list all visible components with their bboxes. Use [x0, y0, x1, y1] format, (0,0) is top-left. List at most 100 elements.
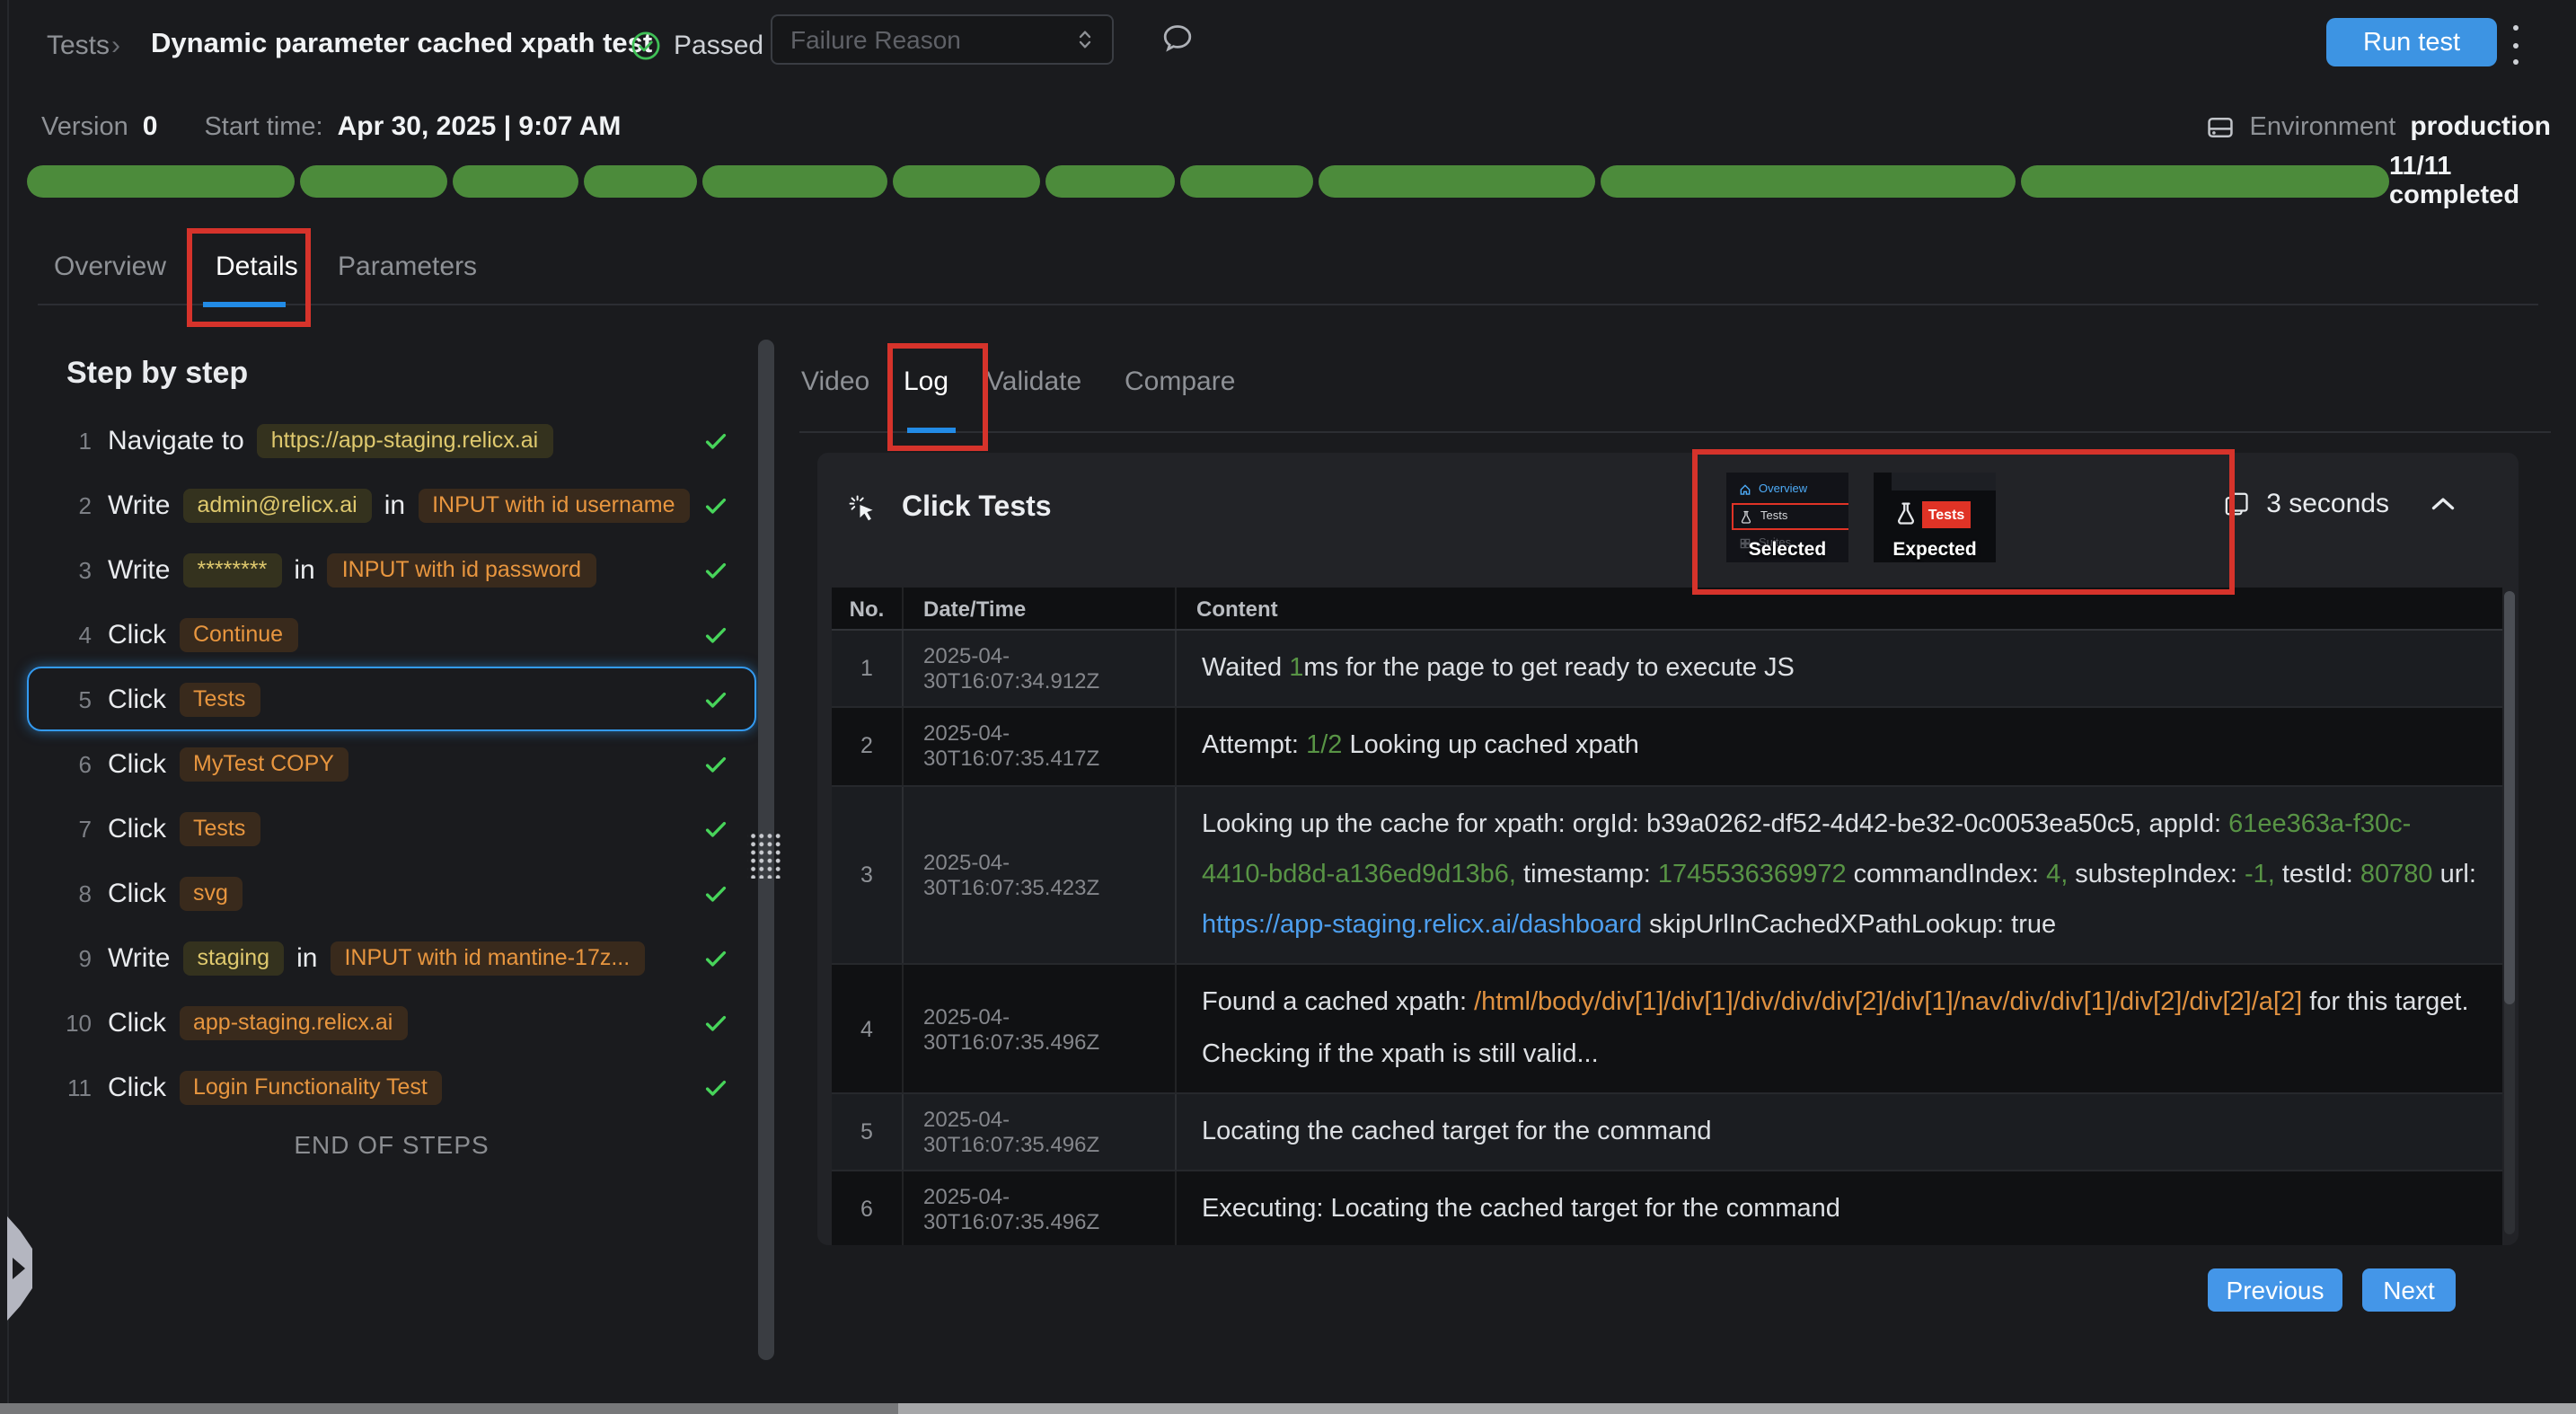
step-selector-badge: Tests: [179, 811, 260, 845]
log-content-green: 1745536369972: [1658, 861, 1847, 889]
log-table-header: No. Date/Time Content: [832, 588, 2502, 631]
home-icon: [1739, 482, 1751, 495]
log-content-green: 1: [1289, 654, 1303, 683]
annotation-box-details-tab: [187, 228, 311, 327]
step-number: 1: [56, 427, 92, 454]
breadcrumb-separator: ›: [111, 30, 120, 60]
log-content-text: timestamp:: [1516, 861, 1658, 889]
log-row: 32025-04-30T16:07:35.423Z Looking up the …: [832, 786, 2502, 966]
selected-screenshot-thumbnail[interactable]: Overview Tests Suites Selected: [1726, 473, 1848, 562]
log-row: 12025-04-30T16:07:34.912ZWaited 1ms for …: [832, 631, 2502, 709]
step-check-icon: [702, 815, 729, 842]
end-of-steps-label: END OF STEPS: [27, 1130, 756, 1159]
collapse-chevron-icon[interactable]: [2430, 496, 2456, 512]
status-text: Passed: [674, 30, 763, 60]
step-selector-badge: INPUT with id username: [418, 488, 690, 522]
step-number: 3: [56, 556, 92, 583]
step-row[interactable]: 2Writeadmin@relicx.aiinINPUT with id use…: [27, 473, 756, 537]
log-row-number: 3: [832, 786, 902, 964]
app-window: Tests › Dynamic parameter cached xpath t…: [0, 0, 2576, 1414]
log-content-green: 1/2: [1306, 732, 1342, 761]
kebab-menu-icon[interactable]: [2508, 25, 2522, 65]
previous-button[interactable]: Previous: [2208, 1268, 2342, 1312]
expected-screenshot-thumbnail[interactable]: Tests Expected: [1874, 473, 1996, 562]
log-scrollbar[interactable]: [2504, 591, 2515, 1234]
step-action: Click: [108, 619, 166, 650]
step-row[interactable]: 8Clicksvg: [27, 861, 756, 925]
left-edge-divider: [7, 0, 9, 1414]
log-content-green: 4,: [2046, 861, 2068, 889]
tab-parameters[interactable]: Parameters: [338, 252, 477, 282]
log-content-text: substepIndex:: [2068, 861, 2245, 889]
step-action: Write: [108, 490, 170, 520]
log-row-content: Waited 1ms for the page to get ready to …: [1175, 631, 2502, 707]
cursor-click-icon: [848, 493, 878, 524]
tab-video[interactable]: Video: [801, 367, 869, 397]
horizontal-scrollbar-thumb[interactable]: [0, 1403, 898, 1414]
run-test-button[interactable]: Run test: [2326, 18, 2497, 66]
log-card-header: Click Tests 3 seconds: [817, 453, 2519, 588]
flask-icon: [1739, 509, 1753, 524]
step-row[interactable]: 4ClickContinue: [27, 602, 756, 667]
log-content-text: Looking up cached xpath: [1342, 732, 1639, 761]
breadcrumb-tests[interactable]: Tests: [47, 30, 110, 60]
step-selector-badge: Tests: [179, 682, 260, 716]
step-row[interactable]: 6ClickMyTest COPY: [27, 731, 756, 796]
step-row[interactable]: 7ClickTests: [27, 796, 756, 861]
log-content-text: testId:: [2275, 861, 2360, 889]
step-action: Click: [108, 684, 166, 714]
sidebar-expand-handle[interactable]: [7, 1216, 32, 1321]
tab-compare[interactable]: Compare: [1125, 367, 1235, 397]
step-action: Click: [108, 878, 166, 908]
log-content-text: Looking up the cache for xpath: orgId: b…: [1202, 809, 2228, 838]
col-header-datetime: Date/Time: [902, 588, 1175, 629]
step-connector: in: [294, 554, 314, 585]
step-value-badge: ********: [182, 552, 281, 587]
step-check-icon: [702, 879, 729, 906]
top-bar: Tests › Dynamic parameter cached xpath t…: [0, 0, 2576, 90]
step-selector-badge: MyTest COPY: [179, 747, 348, 781]
failure-reason-select[interactable]: Failure Reason: [771, 14, 1114, 65]
panel-resize-handle[interactable]: [747, 830, 781, 879]
log-content-text: Waited: [1202, 654, 1289, 683]
log-content-link[interactable]: https://app-staging.relicx.ai/dashboard: [1202, 911, 1642, 940]
step-selector-badge: svg: [179, 876, 243, 910]
step-number: 10: [56, 1009, 92, 1036]
log-row-content: Looking up the cache for xpath: orgId: b…: [1175, 786, 2502, 964]
horizontal-scrollbar-track[interactable]: [898, 1403, 2576, 1414]
step-check-icon: [702, 556, 729, 583]
expected-target-highlight: Tests: [1922, 501, 1971, 528]
progress-segment: [893, 165, 1040, 198]
step-row[interactable]: 3Write********inINPUT with id password: [27, 537, 756, 602]
log-row-timestamp: 2025-04-30T16:07:35.496Z: [902, 966, 1175, 1092]
step-number: 9: [56, 944, 92, 971]
annotation-box-log-tab: [887, 343, 988, 451]
progress-bar: [27, 165, 2389, 198]
log-row-number: 5: [832, 1094, 902, 1171]
log-content-text: Executing: Locating the cached target fo…: [1202, 1195, 1840, 1224]
step-duration: 3 seconds: [2266, 489, 2389, 519]
tab-overview[interactable]: Overview: [54, 252, 166, 282]
progress-segment: [300, 165, 447, 198]
step-row[interactable]: 11ClickLogin Functionality Test: [27, 1055, 756, 1119]
log-row-timestamp: 2025-04-30T16:07:35.496Z: [902, 1094, 1175, 1171]
step-row[interactable]: 5ClickTests: [27, 667, 756, 731]
step-row[interactable]: 9WritestaginginINPUT with id mantine-17z…: [27, 925, 756, 990]
tab-validate[interactable]: Validate: [986, 367, 1081, 397]
step-check-icon: [702, 427, 729, 454]
step-value-badge: staging: [182, 941, 284, 975]
step-action: Click: [108, 1072, 166, 1102]
log-row-timestamp: 2025-04-30T16:07:35.423Z: [902, 786, 1175, 964]
version-label: Version: [41, 112, 128, 141]
step-row[interactable]: 10Clickapp-staging.relicx.ai: [27, 990, 756, 1055]
log-row-timestamp: 2025-04-30T16:07:35.417Z: [902, 709, 1175, 785]
progress-completed-text: 11/11 completed: [2389, 165, 2551, 198]
log-content-text: Attempt:: [1202, 732, 1306, 761]
progress-segment: [703, 165, 887, 198]
step-row[interactable]: 1Navigate tohttps://app-staging.relicx.a…: [27, 408, 756, 473]
step-check-icon: [702, 750, 729, 777]
step-value-badge: https://app-staging.relicx.ai: [257, 423, 552, 457]
comment-bubble-icon[interactable]: [1160, 22, 1195, 65]
next-button[interactable]: Next: [2362, 1268, 2456, 1312]
step-check-icon: [702, 1009, 729, 1036]
